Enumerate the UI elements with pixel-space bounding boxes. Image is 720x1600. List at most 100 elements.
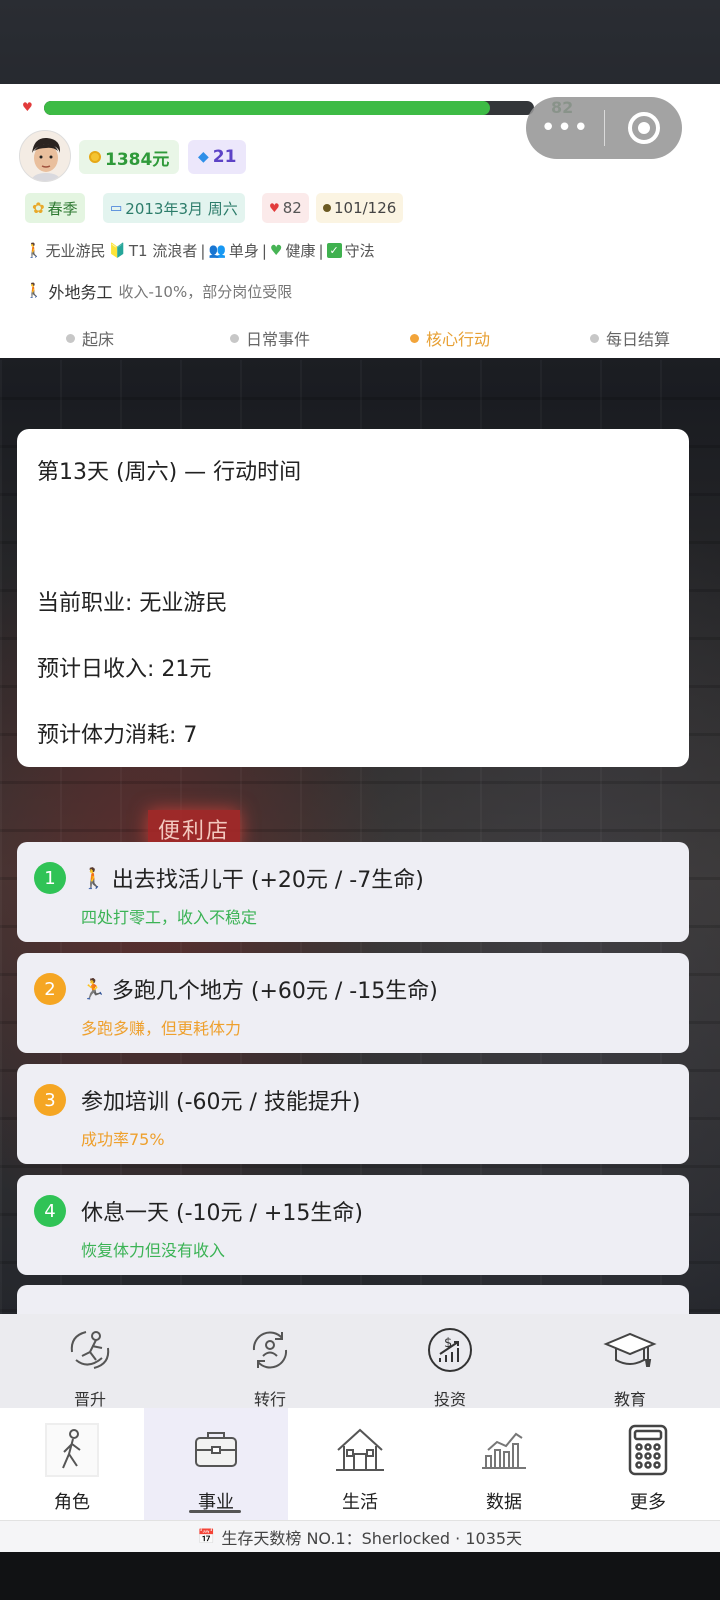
phase-daily-settlement: 每日结算: [540, 322, 720, 354]
option-subtitle: 恢复体力但没有收入: [81, 1241, 226, 1260]
investment-button[interactable]: $ 投资: [360, 1314, 540, 1409]
separator: |: [318, 241, 324, 260]
day-title: 第13天 (周六) — 行动时间: [37, 460, 302, 485]
hp-bar: [44, 101, 534, 115]
calendar-icon: 📅: [197, 1528, 216, 1545]
energy-value: 101/126: [334, 199, 397, 217]
nav-life[interactable]: 生活: [288, 1408, 432, 1520]
season-chip: ✿ 春季: [25, 193, 85, 223]
option-title: 🚶 出去找活儿干 (+20元 / -7生命): [81, 862, 424, 894]
investment-label: 投资: [433, 1390, 466, 1409]
hp-heart-icon: ♥: [22, 100, 33, 114]
work-status-line: 🚶 外地务工 收入-10%，部分岗位受限: [25, 279, 292, 303]
calculator-icon: [620, 1422, 676, 1478]
option-title-text: 出去找活儿干 (+20元 / -7生命): [111, 868, 424, 893]
money-badge: 1384元: [79, 140, 180, 174]
action-option-2[interactable]: 2 🏃 多跑几个地方 (+60元 / -15生命) 多跑多赚，但更耗体力: [17, 953, 689, 1053]
leaderboard-text: 生存天数榜 NO.1：Sherlocked · 1035天: [221, 1528, 523, 1548]
season-label: 春季: [47, 199, 78, 218]
work-title: 外地务工: [48, 283, 113, 302]
phase-label: 核心行动: [425, 330, 490, 349]
sunflower-icon: ✿: [32, 199, 45, 217]
more-dots-icon: •••: [540, 113, 590, 143]
briefcase-icon: [188, 1422, 244, 1478]
nav-career[interactable]: 事业: [144, 1408, 288, 1520]
phase-dot-icon: [65, 333, 75, 343]
career-change-label: 转行: [253, 1390, 286, 1409]
tier-label: T1 流浪者: [128, 242, 198, 260]
coin-icon: [89, 151, 101, 163]
occupation-label: 无业游民: [45, 242, 106, 260]
calendar-icon: ▭: [110, 200, 123, 216]
education-label: 教育: [613, 1390, 646, 1409]
green-heart-icon: ♥: [269, 242, 283, 259]
health-value: 82: [282, 199, 302, 217]
nav-label: 数据: [486, 1492, 522, 1513]
status-line: 🚶 无业游民 🔰 T1 流浪者 | 👥 单身 | ♥ 健康 | ✓ 守法: [25, 240, 375, 261]
diamond-icon: ◆: [198, 149, 209, 165]
action-option-3[interactable]: 3 参加培训 (-60元 / 技能提升) 成功率75%: [17, 1064, 689, 1164]
system-bottom-bar: [0, 1552, 720, 1600]
graduation-cap-icon: [602, 1322, 658, 1378]
career-change-button[interactable]: 转行: [180, 1314, 360, 1409]
career-sub-toolbar: 晋升 转行 $ 投资 教育: [0, 1314, 720, 1409]
action-option-4[interactable]: 4 休息一天 (-10元 / +15生命) 恢复体力但没有收入: [17, 1175, 689, 1275]
phase-daily-event: 日常事件: [180, 322, 360, 354]
option-number: 4: [34, 1195, 66, 1227]
walking-person-icon: 🚶: [25, 242, 43, 259]
energy-chip: 101/126: [316, 193, 404, 223]
separator: |: [200, 241, 206, 260]
money-value: 1384元: [105, 149, 170, 170]
promotion-button[interactable]: 晋升: [0, 1314, 180, 1409]
character-icon: [44, 1422, 100, 1478]
option-title: 休息一天 (-10元 / +15生命): [81, 1195, 363, 1227]
check-icon: ✓: [326, 243, 342, 258]
education-button[interactable]: 教育: [540, 1314, 720, 1409]
running-person-icon: 🏃: [81, 977, 106, 1001]
option-number: 2: [34, 973, 66, 1005]
option-title-text: 休息一天 (-10元 / +15生命): [81, 1201, 363, 1226]
option-subtitle: 多跑多赚，但更耗体力: [81, 1019, 242, 1038]
walking-person-icon: 🚶: [81, 866, 106, 890]
phase-core-action: 核心行动: [360, 322, 540, 354]
law-label: 守法: [344, 242, 375, 260]
avatar-face-icon: [20, 131, 70, 181]
phase-dot-icon: [589, 333, 599, 343]
expected-stamina: 预计体力消耗: 7: [37, 723, 198, 748]
phase-tabs: 起床 日常事件 核心行动 每日结算: [0, 322, 720, 354]
nav-label: 更多: [630, 1492, 666, 1513]
option-number: 1: [34, 862, 66, 894]
close-miniprogram-button[interactable]: [605, 97, 682, 159]
phase-dot-icon: [409, 333, 419, 343]
target-circle-icon: [627, 112, 660, 144]
heart-icon: ♥: [269, 201, 280, 215]
health-chip: ♥ 82: [262, 193, 309, 223]
action-option-1[interactable]: 1 🚶 出去找活儿干 (+20元 / -7生命) 四处打零工，收入不稳定: [17, 842, 689, 942]
relationship-label: 单身: [228, 242, 259, 260]
day-info-card: 第13天 (周六) — 行动时间 当前职业: 无业游民 预计日收入: 21元 预…: [17, 429, 689, 767]
nav-label: 角色: [54, 1492, 90, 1513]
avatar[interactable]: [19, 130, 71, 182]
people-icon: 👥: [208, 242, 226, 259]
phase-label: 日常事件: [245, 330, 310, 349]
promotion-icon: [62, 1322, 118, 1378]
nav-data[interactable]: 数据: [432, 1408, 576, 1520]
option-title-text: 参加培训 (-60元 / 技能提升): [81, 1090, 361, 1115]
phase-label: 每日结算: [605, 330, 670, 349]
energy-icon: [323, 204, 331, 212]
career-change-icon: [242, 1322, 298, 1378]
phase-wake: 起床: [0, 322, 180, 354]
more-menu-button[interactable]: •••: [526, 97, 604, 159]
option-number: 3: [34, 1084, 66, 1116]
current-job: 当前职业: 无业游民: [37, 591, 228, 616]
expected-income: 预计日收入: 21元: [37, 657, 212, 682]
nav-more[interactable]: 更多: [576, 1408, 720, 1520]
date-label: 2013年3月 周六: [125, 199, 238, 218]
bar-chart-icon: [476, 1422, 532, 1478]
leaderboard-banner[interactable]: 📅 生存天数榜 NO.1：Sherlocked · 1035天: [0, 1520, 720, 1552]
investment-icon: $: [422, 1322, 478, 1378]
separator: |: [261, 241, 267, 260]
house-icon: [332, 1422, 388, 1478]
miniprogram-capsule: •••: [526, 97, 682, 159]
nav-character[interactable]: 角色: [0, 1408, 144, 1520]
